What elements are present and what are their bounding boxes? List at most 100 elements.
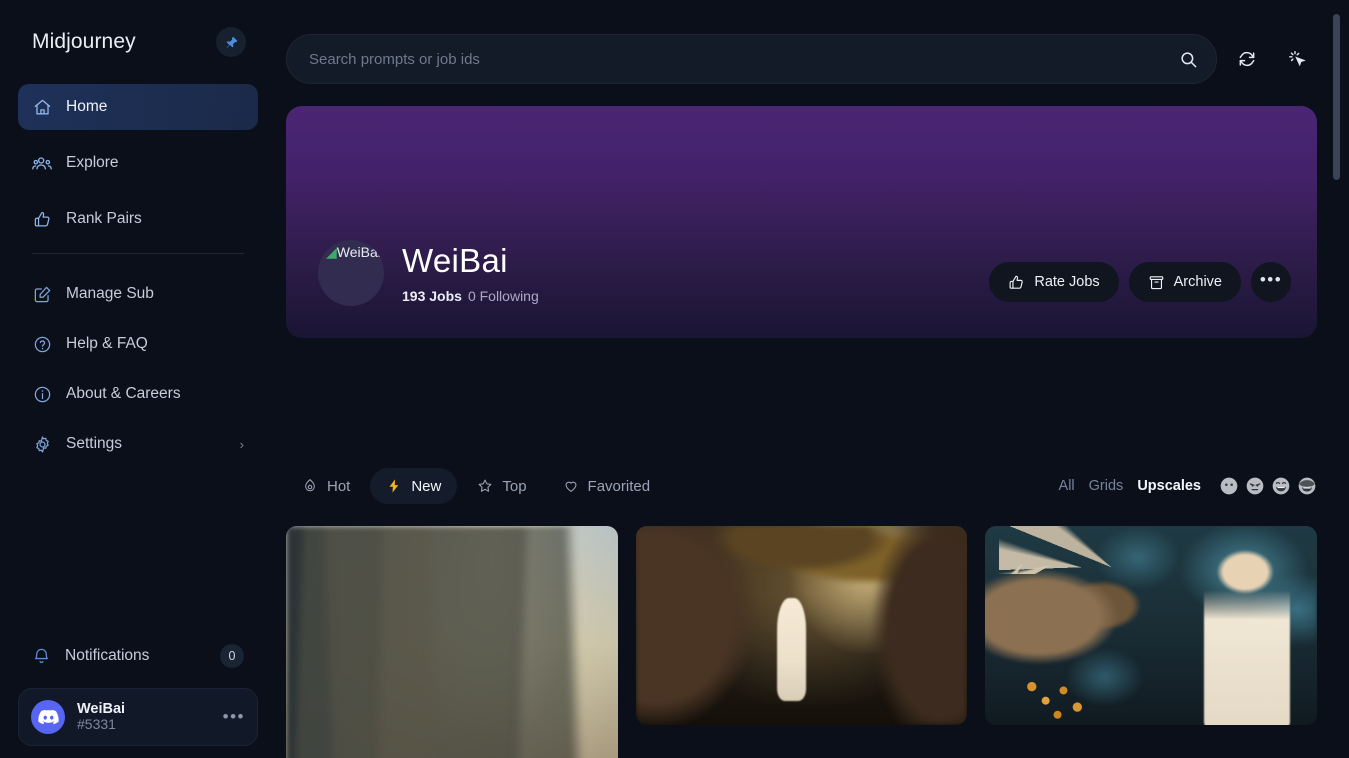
archive-button[interactable]: Archive: [1128, 262, 1241, 302]
profile-stats: 193 Jobs 0 Following: [402, 288, 539, 304]
avatar-alt-text: ◢WeiBai: [326, 244, 381, 260]
question-icon: [32, 334, 52, 354]
face-neutral-icon[interactable]: [1219, 476, 1239, 496]
sidebar-item-label: About & Careers: [66, 385, 181, 402]
profile-more-button[interactable]: •••: [1251, 262, 1291, 302]
sidebar-item-label: Home: [66, 98, 108, 115]
jobs-count: 193 Jobs: [402, 288, 462, 304]
brand-row: Midjourney: [18, 0, 258, 84]
sidebar-item-settings[interactable]: Settings ›: [18, 420, 258, 468]
sidebar-item-label: Manage Sub: [66, 285, 154, 302]
vertical-scrollbar[interactable]: [1333, 14, 1340, 180]
search-icon[interactable]: [1179, 50, 1198, 69]
pin-icon: [225, 36, 237, 48]
sidebar-item-explore[interactable]: Explore: [18, 140, 258, 186]
artwork-flowers: [1011, 661, 1112, 725]
profile-banner: ◢WeiBai WeiBai 193 Jobs 0 Following Rate…: [286, 106, 1317, 338]
search-bar[interactable]: [286, 34, 1217, 84]
artwork-figure: [1204, 549, 1291, 725]
magic-select-button[interactable]: [1277, 39, 1317, 79]
sidebar-item-home[interactable]: Home: [18, 84, 258, 130]
tab-new[interactable]: New: [370, 468, 458, 504]
notifications-row[interactable]: Notifications 0: [18, 634, 258, 678]
discord-icon: [37, 709, 59, 724]
view-segment: All Grids Upscales: [1059, 478, 1201, 494]
rate-jobs-button[interactable]: Rate Jobs: [989, 262, 1119, 302]
home-icon: [32, 97, 52, 117]
edit-square-icon: [32, 284, 52, 304]
gallery-item[interactable]: [985, 526, 1317, 725]
artwork-figure: [776, 597, 807, 702]
filter-bar: Hot New Top Favorited All Grids Upscales: [286, 468, 1317, 504]
tab-label: Hot: [327, 477, 351, 495]
tab-label: Favorited: [587, 477, 651, 495]
archive-icon: [1148, 274, 1165, 291]
info-icon: [32, 384, 52, 404]
user-more-button[interactable]: •••: [223, 707, 245, 727]
secondary-nav: Manage Sub Help & FAQ About & Careers Se…: [18, 270, 258, 468]
sidebar-item-manage-sub[interactable]: Manage Sub: [18, 270, 258, 318]
star-icon: [477, 478, 493, 494]
face-grinning-icon[interactable]: [1271, 476, 1291, 496]
tab-top[interactable]: Top: [461, 468, 542, 504]
archive-label: Archive: [1173, 274, 1222, 290]
sidebar: Midjourney Home Explore Rank Pairs Manag…: [0, 0, 276, 758]
discord-avatar: [31, 700, 65, 734]
view-filters: All Grids Upscales: [1059, 476, 1317, 496]
user-meta: WeiBai #5331: [77, 701, 125, 733]
rate-jobs-label: Rate Jobs: [1034, 274, 1100, 290]
app-title: Midjourney: [32, 30, 136, 53]
rating-faces: [1219, 476, 1317, 496]
sidebar-item-label: Help & FAQ: [66, 335, 148, 352]
bell-icon: [32, 647, 51, 666]
sidebar-item-label: Explore: [66, 154, 119, 171]
chevron-right-icon: ›: [239, 436, 244, 452]
sidebar-item-help-faq[interactable]: Help & FAQ: [18, 320, 258, 368]
user-name: WeiBai: [77, 701, 126, 718]
primary-nav: Home Explore Rank Pairs: [18, 84, 258, 242]
topbar: [286, 0, 1317, 84]
sidebar-item-label: Rank Pairs: [66, 210, 142, 227]
avatar: ◢WeiBai: [318, 240, 384, 306]
magic-cursor-icon: [1289, 50, 1306, 67]
gear-icon: [32, 434, 52, 454]
sidebar-divider: [32, 253, 244, 254]
sidebar-item-rank-pairs[interactable]: Rank Pairs: [18, 196, 258, 242]
sort-tabs: Hot New Top Favorited: [286, 468, 666, 504]
notifications-label: Notifications: [65, 647, 150, 664]
notifications-count-badge: 0: [220, 644, 244, 668]
image-grid: [286, 526, 1317, 758]
main-content: ◢WeiBai WeiBai 193 Jobs 0 Following: [276, 0, 1349, 758]
heart-icon: [563, 478, 579, 494]
tab-label: Top: [502, 477, 527, 495]
tab-hot[interactable]: Hot: [286, 468, 366, 504]
tab-favorited[interactable]: Favorited: [547, 468, 667, 504]
profile-name: WeiBai: [402, 241, 508, 279]
user-tag: #5331: [77, 716, 116, 733]
view-option-upscales[interactable]: Upscales: [1137, 478, 1201, 494]
thumbs-up-icon: [1008, 274, 1025, 291]
pin-button[interactable]: [216, 27, 246, 57]
face-unamused-icon[interactable]: [1245, 476, 1265, 496]
sidebar-bottom: Notifications 0 WeiBai #5331 •••: [18, 634, 258, 746]
search-input[interactable]: [309, 50, 1179, 68]
profile-text: WeiBai 193 Jobs 0 Following: [402, 241, 539, 304]
refresh-button[interactable]: [1227, 39, 1267, 79]
following-count: 0 Following: [467, 288, 539, 304]
face-star-struck-icon[interactable]: [1297, 476, 1317, 496]
user-card[interactable]: WeiBai #5331 •••: [18, 688, 258, 746]
view-option-grids[interactable]: Grids: [1089, 478, 1124, 494]
sidebar-item-about-careers[interactable]: About & Careers: [18, 370, 258, 418]
profile-banner-content: ◢WeiBai WeiBai 193 Jobs 0 Following Rate…: [318, 240, 1291, 306]
tab-label: New: [411, 477, 442, 495]
gallery-item[interactable]: [286, 526, 618, 758]
people-icon: [32, 153, 52, 173]
bolt-icon: [386, 478, 402, 494]
flame-icon: [302, 478, 318, 494]
sidebar-item-label: Settings: [66, 435, 123, 452]
thumbs-up-icon: [32, 209, 52, 229]
view-option-all[interactable]: All: [1059, 478, 1075, 494]
gallery-item[interactable]: [635, 526, 968, 725]
artwork-antlers: [998, 526, 1152, 574]
refresh-icon: [1239, 51, 1255, 67]
